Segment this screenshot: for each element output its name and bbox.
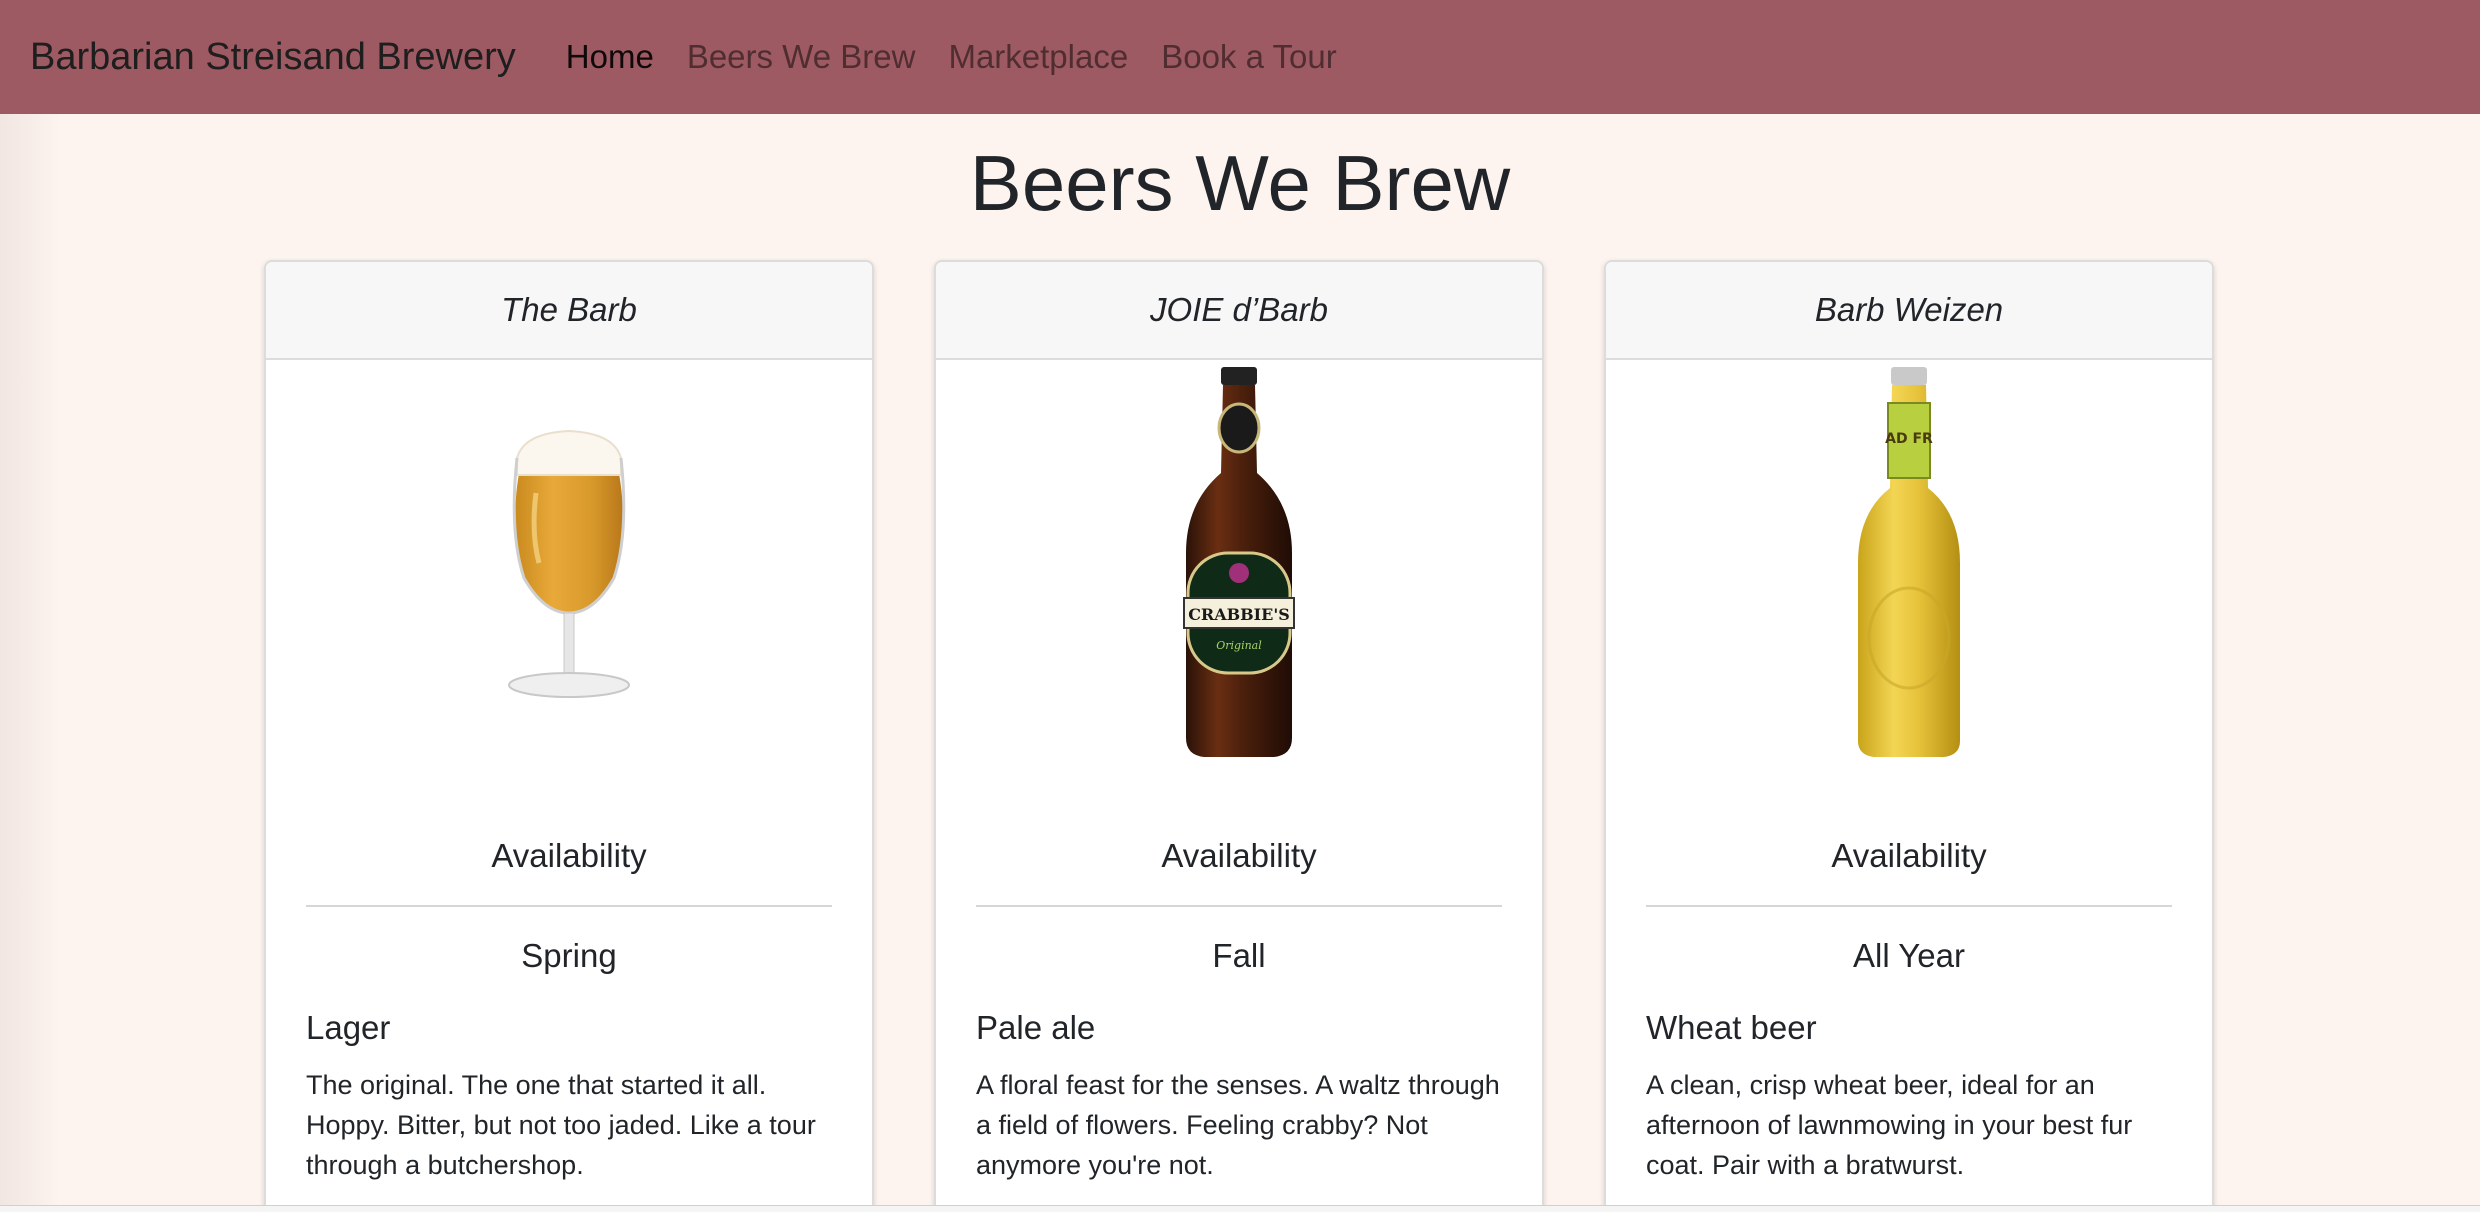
- page-title: Beers We Brew: [969, 139, 1511, 227]
- divider: [976, 905, 1502, 907]
- availability-season: Fall: [1212, 937, 1266, 974]
- window-bottom-edge: [0, 1205, 2480, 1212]
- beer-card: Barb Weizen AD FR Availability All Year …: [1604, 260, 2214, 1212]
- availability-label: Availability: [491, 837, 647, 874]
- beer-name: The Barb: [266, 262, 872, 360]
- divider: [1646, 905, 2172, 907]
- beer-style: Lager: [306, 1009, 391, 1046]
- nav-link-home[interactable]: Home: [566, 38, 654, 76]
- beer-description: A clean, crisp wheat beer, ideal for an …: [1646, 1070, 2133, 1180]
- svg-text:AD FR: AD FR: [1885, 431, 1933, 447]
- divider: [306, 905, 832, 907]
- availability-label: Availability: [1831, 837, 1987, 874]
- beer-style: Wheat beer: [1646, 1009, 1817, 1046]
- beer-card: JOIE d’Barb CRABBIE'S Original Availabil…: [934, 260, 1544, 1212]
- svg-text:CRABBIE'S: CRABBIE'S: [1188, 605, 1290, 624]
- brand-name[interactable]: Barbarian Streisand Brewery: [30, 36, 516, 79]
- availability-season: Spring: [521, 937, 617, 974]
- brown-bottle-icon: CRABBIE'S Original: [1183, 366, 1295, 757]
- nav-link-book-a-tour[interactable]: Book a Tour: [1161, 38, 1337, 76]
- beer-name: Barb Weizen: [1606, 262, 2212, 360]
- beer-name: JOIE d’Barb: [936, 262, 1542, 360]
- availability-season: All Year: [1853, 937, 1965, 974]
- beer-description: A floral feast for the senses. A waltz t…: [976, 1070, 1500, 1180]
- nav-link-beers-we-brew[interactable]: Beers We Brew: [687, 38, 916, 76]
- nav-links: Home Beers We Brew Marketplace Book a To…: [566, 38, 1370, 76]
- beer-image: AD FR: [1606, 360, 2212, 765]
- navbar: Barbarian Streisand Brewery Home Beers W…: [0, 0, 2480, 114]
- beer-image: [266, 360, 872, 765]
- availability-label: Availability: [1161, 837, 1317, 874]
- beer-description: The original. The one that started it al…: [306, 1070, 816, 1180]
- beer-style: Pale ale: [976, 1009, 1096, 1046]
- nav-link-marketplace[interactable]: Marketplace: [948, 38, 1128, 76]
- beer-glass-icon: [508, 429, 630, 698]
- beer-cards: The Barb Availability Spring Lager The o…: [264, 260, 2214, 1212]
- beer-card: The Barb Availability Spring Lager The o…: [264, 260, 874, 1212]
- beer-image: CRABBIE'S Original: [936, 360, 1542, 765]
- svg-text:Original: Original: [1216, 639, 1262, 652]
- yellow-bottle-icon: AD FR: [1858, 366, 1960, 757]
